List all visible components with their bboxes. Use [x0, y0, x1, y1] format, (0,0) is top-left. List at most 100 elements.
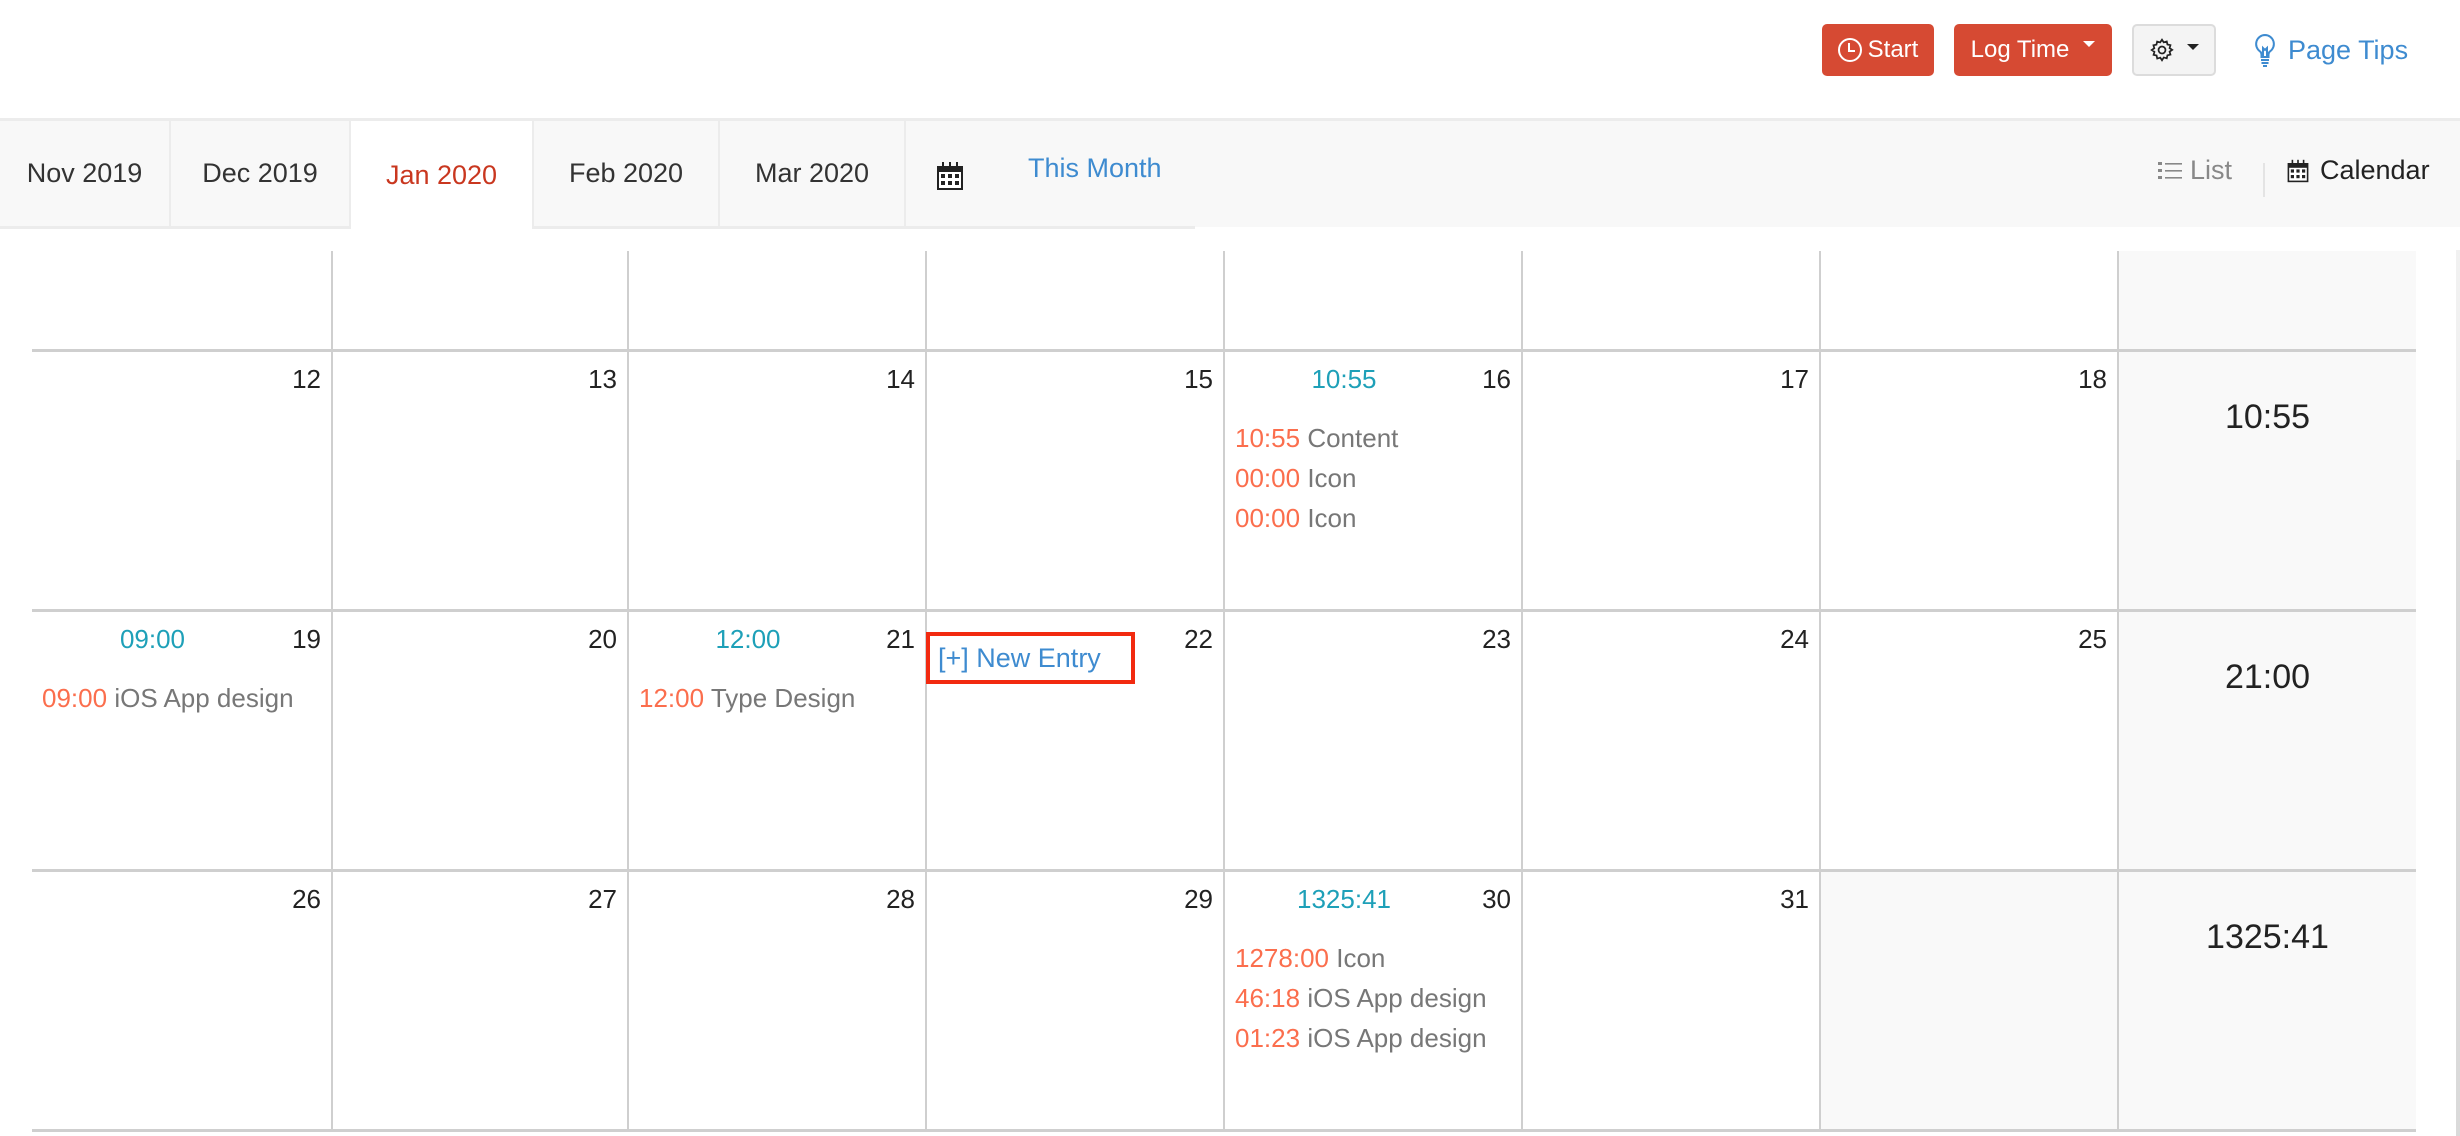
calendar-day-cell[interactable]: 21 12:00 12:00 Type Design — [629, 612, 927, 872]
calendar-label: Calendar — [2320, 155, 2430, 185]
day-number: 15 — [1184, 364, 1213, 394]
calendar-day-cell[interactable] — [32, 251, 333, 352]
calendar-day-cell[interactable]: 31 — [1523, 872, 1821, 1132]
day-total-hours[interactable]: 1325:41 — [1225, 884, 1463, 915]
settings-dropdown-button[interactable] — [2132, 24, 2216, 76]
calendar-day-cell[interactable]: 30 1325:41 1278:00 Icon 46:18 iOS App desig… — [1225, 872, 1523, 1132]
day-number: 25 — [2078, 624, 2107, 654]
calendar-day-cell[interactable] — [1225, 251, 1523, 352]
calendar-view-toggle[interactable]: Calendar — [2286, 155, 2430, 186]
tab-label: Jan 2020 — [385, 159, 498, 190]
day-total-hours[interactable]: 10:55 — [1225, 364, 1463, 395]
calendar-day-cell[interactable]: 18 — [1821, 352, 2119, 612]
time-entry[interactable]: 12:00 Type Design — [639, 678, 855, 718]
tab-jan-2020[interactable]: Jan 2020 — [351, 121, 534, 229]
entry-duration: 00:00 — [1235, 463, 1301, 493]
tab-label: Feb 2020 — [568, 158, 684, 188]
day-number: 16 — [1482, 364, 1511, 394]
calendar-day-cell[interactable]: 28 — [629, 872, 927, 1132]
tab-bar-divider — [0, 226, 1195, 229]
week-summary-cell: 1325:41 — [2119, 872, 2416, 1132]
time-entry[interactable]: 09:00 iOS App design — [42, 678, 294, 718]
calendar-day-cell[interactable] — [333, 251, 629, 352]
day-number: 29 — [1184, 884, 1213, 914]
calendar-day-cell[interactable]: 26 — [32, 872, 333, 1132]
calendar-day-cell[interactable]: 17 — [1523, 352, 1821, 612]
day-number: 14 — [886, 364, 915, 394]
scrollbar-thumb[interactable] — [2456, 460, 2460, 1136]
entry-task-name: Icon — [1336, 943, 1386, 973]
tab-label: Dec 2019 — [202, 158, 318, 188]
calendar-day-cell[interactable] — [629, 251, 927, 352]
list-icon — [2158, 161, 2182, 179]
this-month-link[interactable]: This Month — [1028, 153, 1162, 184]
calendar-day-cell[interactable] — [927, 251, 1225, 352]
entry-duration: 01:23 — [1235, 1023, 1301, 1053]
day-number: 26 — [292, 884, 321, 914]
day-number: 19 — [292, 624, 321, 654]
list-label: List — [2190, 155, 2233, 185]
log-time-dropdown-button[interactable]: Log Time — [1954, 24, 2112, 76]
calendar-day-cell[interactable]: 13 — [333, 352, 629, 612]
day-number: 12 — [292, 364, 321, 394]
calendar-day-cell[interactable]: 12 — [32, 352, 333, 612]
calendar-day-cell[interactable]: 15 — [927, 352, 1225, 612]
calendar-day-cell[interactable]: 14 — [629, 352, 927, 612]
time-entry[interactable]: 01:23 iOS App design — [1235, 1018, 1487, 1058]
calendar-day-cell[interactable]: 23 — [1225, 612, 1523, 872]
week-summary-cell: 21:00 — [2119, 612, 2416, 872]
time-entry-list: 1278:00 Icon 46:18 iOS App design 01:23 iO… — [1235, 938, 1487, 1058]
page-tips-link[interactable]: Page Tips — [2254, 28, 2408, 72]
time-entry[interactable]: 46:18 iOS App design — [1235, 978, 1487, 1018]
day-number: 31 — [1780, 884, 1809, 914]
tab-feb-2020[interactable]: Feb 2020 — [534, 121, 720, 226]
calendar-day-cell[interactable] — [1821, 251, 2119, 352]
entry-duration: 09:00 — [42, 683, 108, 713]
vertical-scrollbar[interactable] — [2456, 250, 2460, 1136]
start-timer-button[interactable]: Start — [1822, 24, 1934, 76]
time-entry[interactable]: 00:00 Icon — [1235, 458, 1398, 498]
time-entry-list: 10:55 Content 00:00 Icon 00:00 Icon — [1235, 418, 1398, 538]
clock-icon — [1837, 38, 1862, 62]
calendar-day-cell[interactable] — [1821, 872, 2119, 1132]
month-picker-button[interactable] — [936, 161, 964, 196]
tab-nov-2019[interactable]: Nov 2019 — [0, 121, 171, 226]
page-tips-label: Page Tips — [2288, 34, 2409, 65]
view-toggle-divider — [2263, 163, 2265, 197]
calendar-day-cell[interactable]: 20 — [333, 612, 629, 872]
day-total-hours[interactable]: 09:00 — [32, 624, 273, 655]
week-total-hours: 10:55 — [2224, 398, 2311, 436]
time-entry[interactable]: 10:55 Content — [1235, 418, 1398, 458]
new-entry-button[interactable]: [+] New Entry — [926, 632, 1135, 684]
calendar-day-cell[interactable]: 29 — [927, 872, 1225, 1132]
week-summary-cell: 10:55 — [2119, 352, 2416, 612]
time-entry[interactable]: 1278:00 Icon — [1235, 938, 1487, 978]
calendar-day-cell[interactable]: 16 10:55 10:55 Content 00:00 Icon 00:00 Icon — [1225, 352, 1523, 612]
list-view-toggle[interactable]: List — [2158, 155, 2232, 186]
time-entry-list: 12:00 Type Design — [639, 678, 855, 718]
day-total-hours[interactable]: 12:00 — [629, 624, 867, 655]
day-number: 23 — [1482, 624, 1511, 654]
calendar-day-cell[interactable]: 27 — [333, 872, 629, 1132]
caret-down-icon — [2187, 44, 2199, 50]
time-entry[interactable]: 00:00 Icon — [1235, 498, 1398, 538]
day-number: 13 — [588, 364, 617, 394]
calendar-day-cell[interactable]: 24 — [1523, 612, 1821, 872]
day-number: 30 — [1482, 884, 1511, 914]
entry-duration: 12:00 — [639, 683, 705, 713]
tab-label: Mar 2020 — [754, 158, 870, 188]
time-entry-list: 09:00 iOS App design — [42, 678, 294, 718]
tab-dec-2019[interactable]: Dec 2019 — [171, 121, 351, 226]
day-number: 27 — [588, 884, 617, 914]
calendar-icon — [937, 162, 963, 190]
entry-task-name: Content — [1307, 423, 1399, 453]
log-time-label: Log Time — [1970, 36, 2070, 63]
calendar-day-cell[interactable] — [1523, 251, 1821, 352]
entry-duration: 10:55 — [1235, 423, 1301, 453]
calendar-day-cell[interactable]: 25 — [1821, 612, 2119, 872]
calendar-day-cell[interactable]: 19 09:00 09:00 iOS App design — [32, 612, 333, 872]
week-total-hours: 1325:41 — [2206, 918, 2329, 956]
entry-task-name: Type Design — [710, 683, 856, 713]
tab-mar-2020[interactable]: Mar 2020 — [720, 121, 906, 226]
entry-task-name: iOS App design — [1307, 1023, 1487, 1053]
